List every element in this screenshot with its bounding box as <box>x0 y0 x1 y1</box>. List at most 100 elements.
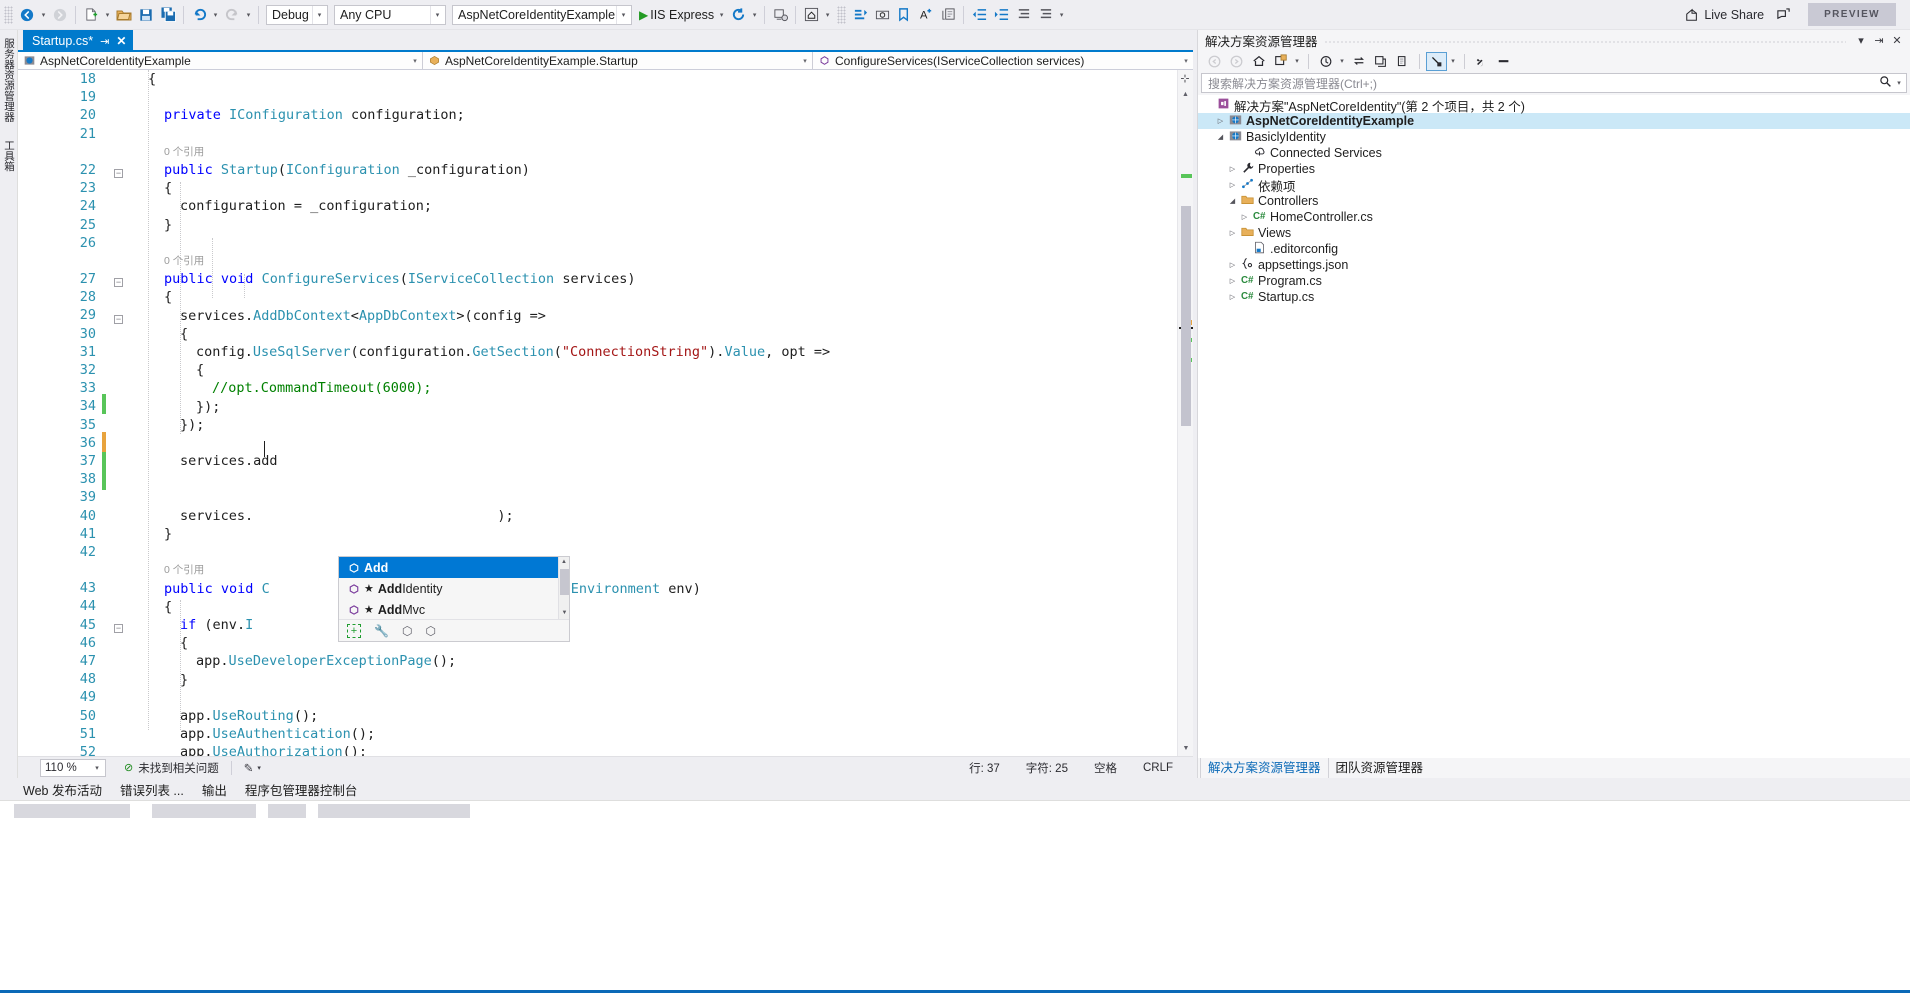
code-line[interactable]: configuration = _configuration; <box>180 197 432 215</box>
sync-icon[interactable] <box>1348 52 1369 71</box>
editor-vertical-scrollbar[interactable]: ⊹ ▲ ▼ <box>1177 70 1193 756</box>
chevron-down-icon[interactable]: ▾ <box>91 764 103 772</box>
chevron-down-icon[interactable]: ▾ <box>1852 31 1870 49</box>
tree-item[interactable]: ▷Views <box>1198 225 1910 241</box>
wrench-icon[interactable]: 🔧 <box>374 624 389 638</box>
intellisense-item[interactable]: Add <box>339 557 569 578</box>
redo-icon[interactable] <box>221 4 243 26</box>
code-line[interactable]: } <box>180 671 188 689</box>
code-line[interactable]: public Startup(IConfiguration _configura… <box>164 161 530 179</box>
tree-item[interactable]: ▷C#Program.cs <box>1198 273 1910 289</box>
scrollbar-thumb[interactable] <box>1181 206 1191 426</box>
tree-item[interactable]: .editorconfig <box>1198 241 1910 257</box>
code-line[interactable]: app.UseRouting(); <box>180 707 318 725</box>
intellisense-list[interactable]: Add★AddIdentity★AddMvc★AddEntityFramewor… <box>339 557 569 619</box>
tree-item[interactable]: ▷Properties <box>1198 161 1910 177</box>
solution-explorer-tab[interactable]: 解决方案资源管理器 <box>1200 755 1329 778</box>
taskbar-item[interactable] <box>152 804 256 818</box>
switch-views-caret[interactable]: ▾ <box>1292 52 1302 71</box>
codelens-reference-count[interactable]: 0 个引用 <box>164 561 204 579</box>
code-line[interactable]: private IConfiguration configuration; <box>164 106 465 124</box>
tree-item[interactable]: ▷依赖项 <box>1198 177 1910 193</box>
extension-method-icon[interactable]: ⬡ <box>425 624 435 638</box>
bookmark-icon[interactable] <box>893 4 915 26</box>
chevron-right-icon[interactable]: ▷ <box>1226 293 1239 301</box>
pending-changes-caret[interactable]: ▾ <box>1337 52 1347 71</box>
code-editor-surface[interactable]: 1819202102223242526027282930313233343536… <box>18 70 1193 756</box>
new-item-caret[interactable]: ▾ <box>102 4 113 26</box>
chevron-right-icon[interactable]: ▷ <box>1238 213 1251 221</box>
save-all-icon[interactable] <box>157 4 179 26</box>
switch-views-icon[interactable] <box>1270 52 1291 71</box>
navigate-backward-caret[interactable]: ▾ <box>38 4 49 26</box>
solution-configuration-combo[interactable]: Debug ▾ <box>266 5 328 25</box>
chevron-down-icon[interactable]: ▾ <box>408 57 422 65</box>
new-item-icon[interactable] <box>80 4 102 26</box>
camera-icon[interactable] <box>871 4 893 26</box>
outlining-collapse-icon[interactable]: − <box>114 274 123 288</box>
code-line[interactable]: public void ConfigureServices(IServiceCo… <box>164 270 636 288</box>
preview-selected-items-icon[interactable] <box>1493 52 1514 71</box>
taskbar-item[interactable] <box>14 804 130 818</box>
properties-link-caret[interactable]: ▾ <box>1448 52 1458 71</box>
navigate-forward-icon[interactable] <box>49 4 71 26</box>
zoom-level-combo[interactable]: 110 % ▾ <box>40 759 106 777</box>
code-line[interactable]: app.UseAuthentication(); <box>180 725 375 743</box>
intellisense-item[interactable]: ★AddIdentity <box>339 578 569 599</box>
bottom-panel-tab[interactable]: Web 发布活动 <box>14 780 111 799</box>
tree-item[interactable]: ▷appsettings.json <box>1198 257 1910 273</box>
chevron-right-icon[interactable]: ▷ <box>1226 229 1239 237</box>
scroll-down-icon[interactable]: ▼ <box>559 608 569 619</box>
issues-indicator[interactable]: ⊘ 未找到相关问题 <box>124 760 219 776</box>
open-folder-icon[interactable] <box>113 4 135 26</box>
code-line[interactable]: app.UseDeveloperExceptionPage(); <box>196 652 456 670</box>
font-size-icon[interactable]: A <box>915 4 937 26</box>
code-line[interactable]: services.AddDbContext<AppDbContext>(conf… <box>180 307 546 325</box>
code-text[interactable]: { private IConfiguration configuration; 0 … <box>132 70 1177 756</box>
outlining-collapse-icon[interactable]: − <box>114 165 123 179</box>
breadcrumb-project[interactable]: AspNetCoreIdentityExample ▾ <box>18 52 423 69</box>
bottom-panel-tab[interactable]: 程序包管理器控制台 <box>236 780 367 799</box>
save-icon[interactable] <box>135 4 157 26</box>
chevron-right-icon[interactable]: ▷ <box>1226 277 1239 285</box>
code-line[interactable]: if (env.I <box>180 616 253 634</box>
search-icon[interactable] <box>1877 75 1894 91</box>
line-list-icon[interactable] <box>1012 4 1034 26</box>
toolbar-grip-2[interactable] <box>837 6 846 24</box>
sidebar-tab-toolbox[interactable]: 工具箱 <box>1 140 16 172</box>
live-preview-icon[interactable] <box>769 4 791 26</box>
code-line[interactable]: //opt.CommandTimeout(6000); <box>212 379 431 397</box>
home-icon[interactable] <box>800 4 822 26</box>
code-line[interactable]: { <box>180 634 188 652</box>
startup-project-combo[interactable]: AspNetCoreIdentityExample ▾ <box>452 5 632 25</box>
home-icon[interactable] <box>1248 52 1269 71</box>
code-line[interactable]: } <box>164 216 172 234</box>
close-icon[interactable]: ✕ <box>1888 31 1906 49</box>
code-line[interactable]: { <box>164 598 172 616</box>
code-line[interactable]: } <box>164 525 172 543</box>
solution-explorer-tab[interactable]: 团队资源管理器 <box>1329 756 1431 778</box>
wrench-icon[interactable] <box>1471 52 1492 71</box>
sidebar-tab-server-explorer[interactable]: 服务器资源管理器 <box>1 38 16 122</box>
taskbar-item[interactable] <box>318 804 470 818</box>
intellisense-completion-popup[interactable]: Add★AddIdentity★AddMvc★AddEntityFramewor… <box>338 556 570 642</box>
tree-item[interactable]: ◢Controllers <box>1198 193 1910 209</box>
start-debugging-label[interactable]: IIS Express <box>650 8 716 22</box>
show-all-files-icon[interactable] <box>1392 52 1413 71</box>
chevron-down-icon[interactable]: ▾ <box>312 6 326 24</box>
code-line[interactable]: { <box>196 361 204 379</box>
chevron-down-icon[interactable]: ▾ <box>1894 79 1904 87</box>
pin-icon[interactable]: ⇥ <box>100 35 109 48</box>
home-caret[interactable]: ▾ <box>822 4 833 26</box>
code-line[interactable]: services.add <box>180 452 278 470</box>
chevron-down-icon[interactable]: ◢ <box>1214 133 1227 141</box>
tree-item[interactable]: Connected Services <box>1198 145 1910 161</box>
bottom-panel-tab[interactable]: 错误列表 ... <box>111 780 193 799</box>
collapse-all-icon[interactable] <box>1370 52 1391 71</box>
chevron-down-icon[interactable]: ▾ <box>1179 57 1193 65</box>
tree-item[interactable]: 解决方案"AspNetCoreIdentity"(第 2 个项目，共 2 个) <box>1198 97 1910 113</box>
back-arrow-icon[interactable] <box>1204 52 1225 71</box>
breadcrumb-method[interactable]: ConfigureServices(IServiceCollection ser… <box>813 52 1193 69</box>
codelens-reference-count[interactable]: 0 个引用 <box>164 252 204 270</box>
chevron-right-icon[interactable]: ▷ <box>1226 181 1239 189</box>
